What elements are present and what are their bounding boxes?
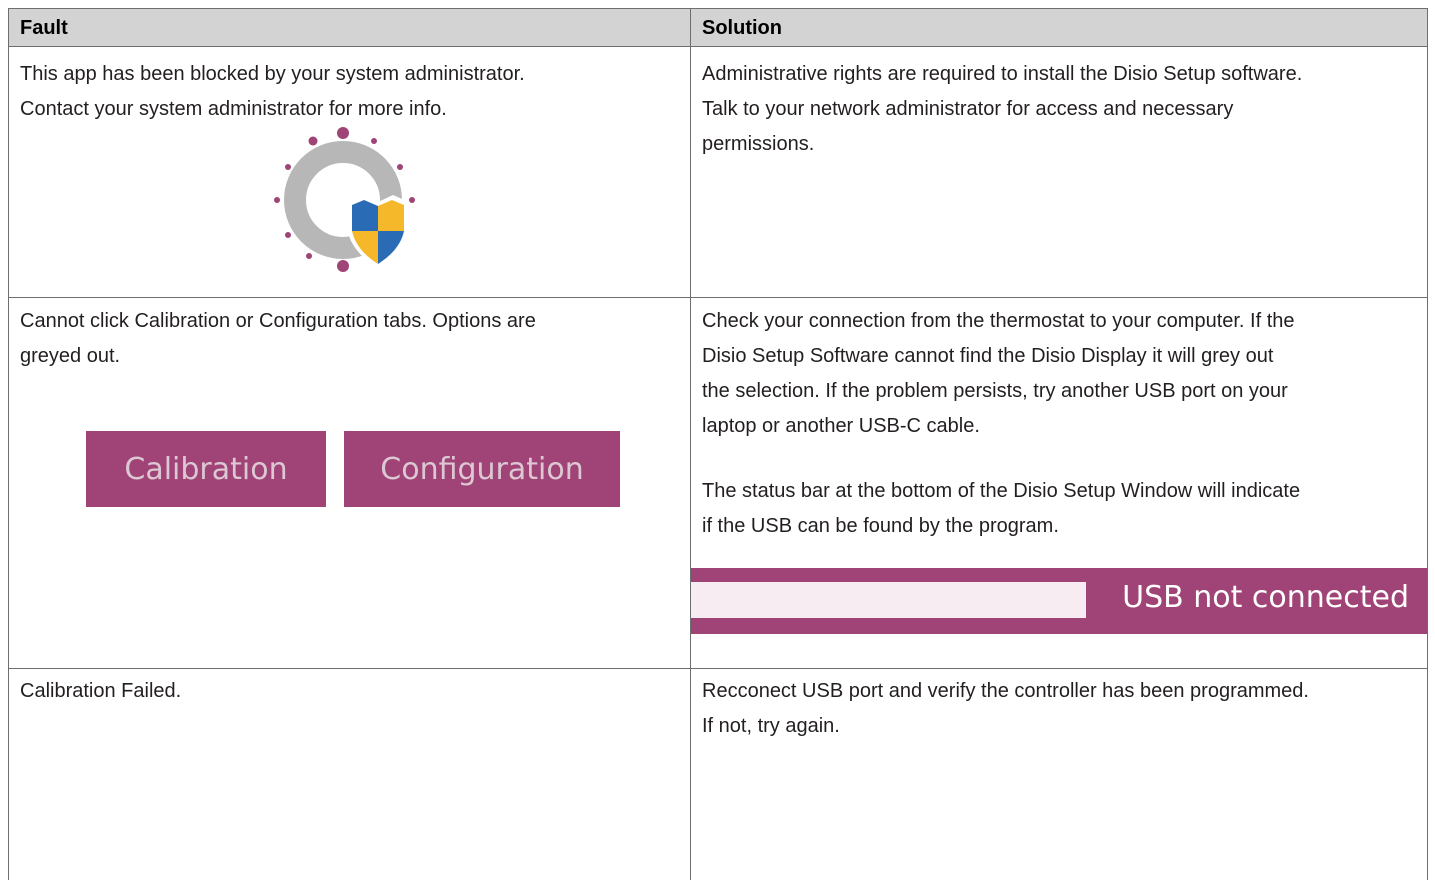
row-2-solution-line: Check your connection from the thermosta… — [702, 310, 1295, 332]
row-2-solution-note: The status bar at the bottom of the Disi… — [702, 474, 1300, 544]
row-3-solution: Recconect USB port and verify the contro… — [702, 674, 1309, 744]
row-3-solution-line: If not, try again. — [702, 715, 840, 737]
table-border-left — [8, 8, 9, 880]
row-1-solution-line: Talk to your network administrator for a… — [702, 98, 1234, 120]
solution-column-header: Solution — [702, 17, 782, 39]
row-2-fault: Cannot click Calibration or Configuratio… — [20, 304, 536, 374]
calibration-tab[interactable]: Calibration — [86, 431, 326, 507]
row-1-solution-line: Administrative rights are required to in… — [702, 63, 1303, 85]
row-2-solution: Check your connection from the thermosta… — [702, 304, 1295, 444]
row-3-solution-line: Recconect USB port and verify the contro… — [702, 680, 1309, 702]
row-divider-2 — [8, 668, 1428, 669]
row-2-solution-note-line: if the USB can be found by the program. — [702, 515, 1059, 537]
row-2-solution-line: Disio Setup Software cannot find the Dis… — [702, 345, 1274, 367]
fault-column-header: Fault — [20, 17, 68, 39]
row-2-solution-line: laptop or another USB-C cable. — [702, 415, 980, 437]
column-divider — [690, 8, 691, 880]
admin-blocked-shield-icon — [274, 127, 415, 272]
troubleshooting-table: Fault Solution This app has been blocked… — [8, 8, 1428, 880]
row-divider-1 — [8, 297, 1428, 298]
row-1-fault-line: Contact your system administrator for mo… — [20, 98, 447, 120]
row-2-solution-line: the selection. If the problem persists, … — [702, 380, 1288, 402]
configuration-tab[interactable]: Configuration — [344, 431, 620, 507]
table-border-right — [1427, 8, 1428, 880]
row-1-fault: This app has been blocked by your system… — [20, 57, 525, 127]
usb-status-text: USB not connected — [1122, 580, 1409, 615]
row-3-fault: Calibration Failed. — [20, 674, 181, 709]
row-2-fault-line: greyed out. — [20, 345, 121, 367]
row-3-fault-line: Calibration Failed. — [20, 680, 182, 702]
status-bar: USB not connected — [691, 568, 1427, 634]
row-1-solution-line: permissions. — [702, 133, 815, 155]
status-bar-field — [691, 582, 1086, 618]
header-divider — [8, 46, 1428, 47]
row-2-fault-line: Cannot click Calibration or Configuratio… — [20, 310, 536, 332]
row-1-fault-line: This app has been blocked by your system… — [20, 63, 525, 85]
row-1-solution: Administrative rights are required to in… — [702, 57, 1302, 162]
row-2-solution-note-line: The status bar at the bottom of the Disi… — [702, 480, 1301, 502]
table-border-top — [8, 8, 1428, 9]
